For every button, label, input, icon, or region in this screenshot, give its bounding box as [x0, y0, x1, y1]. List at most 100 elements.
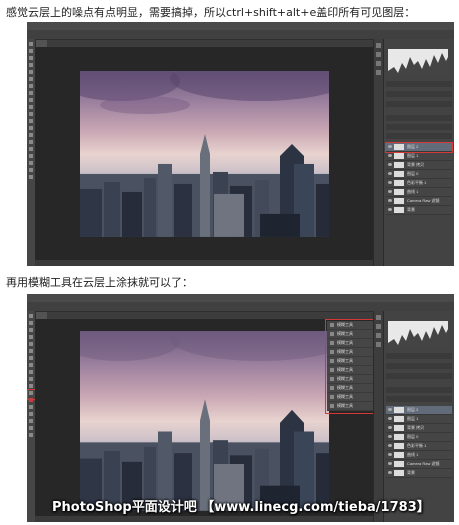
marquee-tool-icon[interactable] — [29, 321, 33, 325]
adjustments-row[interactable] — [386, 81, 452, 87]
stamp-tool-icon[interactable] — [29, 370, 33, 374]
layer-row[interactable]: 曲线 1 — [386, 451, 452, 460]
layer-row[interactable]: 背景 — [386, 206, 452, 215]
layer-row[interactable]: 色彩平衡 1 — [386, 442, 452, 451]
canvas-area[interactable] — [35, 47, 383, 260]
status-bar — [35, 260, 383, 266]
adjustments-icons-row-2[interactable] — [386, 101, 452, 107]
visibility-eye-icon[interactable] — [388, 199, 392, 202]
type-tool-icon[interactable] — [29, 419, 33, 423]
document-tab[interactable] — [35, 40, 47, 47]
blur-tool-icon[interactable] — [29, 126, 33, 130]
layers-tab-header[interactable] — [386, 387, 452, 393]
visibility-eye-icon[interactable] — [388, 435, 392, 438]
city-skyline-photo — [80, 331, 329, 511]
move-tool-icon[interactable] — [29, 42, 33, 46]
lock-fill-row[interactable] — [386, 133, 452, 139]
layers-tab-header[interactable] — [386, 115, 452, 121]
dodge-tool-icon[interactable] — [29, 133, 33, 137]
layer-row[interactable]: Camera Raw 滤镜 — [386, 197, 452, 206]
eyedropper-tool-icon[interactable] — [29, 349, 33, 353]
city-skyline-photo — [80, 71, 329, 237]
move-tool-icon[interactable] — [29, 314, 33, 318]
blend-mode-row[interactable] — [386, 124, 452, 130]
canvas-area[interactable]: 模糊工具 模糊工具 模糊工具 模糊工具 模糊工具 模糊工具 模糊工具 模糊工具 … — [35, 319, 383, 516]
layer-row[interactable]: 图层 0 — [386, 170, 452, 179]
healing-tool-icon[interactable] — [29, 356, 33, 360]
photoshop-screenshot-2: 模糊工具 模糊工具 模糊工具 模糊工具 模糊工具 模糊工具 模糊工具 模糊工具 … — [27, 294, 454, 522]
visibility-eye-icon[interactable] — [388, 154, 392, 157]
blend-mode-row[interactable] — [386, 396, 452, 402]
histogram — [388, 49, 448, 77]
healing-tool-icon[interactable] — [29, 84, 33, 88]
visibility-eye-icon[interactable] — [388, 444, 392, 447]
info-panel-icon[interactable] — [376, 61, 381, 66]
adjustments-icons-row[interactable] — [386, 91, 452, 97]
lasso-tool-icon[interactable] — [29, 328, 33, 332]
shape-tool-icon[interactable] — [29, 161, 33, 165]
visibility-eye-icon[interactable] — [388, 426, 392, 429]
crop-tool-icon[interactable] — [29, 70, 33, 74]
quick-select-tool-icon[interactable] — [29, 335, 33, 339]
adjustments-icons-row[interactable] — [386, 363, 452, 369]
history-brush-tool-icon[interactable] — [29, 377, 33, 381]
layer-thumbnail — [394, 171, 404, 177]
path-select-tool-icon[interactable] — [29, 426, 33, 430]
visibility-eye-icon[interactable] — [388, 471, 392, 474]
stamp-tool-icon[interactable] — [29, 98, 33, 102]
layer-row[interactable]: 图层 1 — [386, 152, 452, 161]
properties-panel-icon[interactable] — [376, 324, 381, 329]
layer-row[interactable]: 曲线 1 — [386, 188, 452, 197]
crop-tool-icon[interactable] — [29, 342, 33, 346]
adjustments-icons-row-2[interactable] — [386, 373, 452, 379]
layer-row[interactable]: 色彩平衡 1 — [386, 179, 452, 188]
layer-thumbnail — [394, 153, 404, 159]
hand-tool-icon[interactable] — [29, 168, 33, 172]
history-panel-icon[interactable] — [376, 43, 381, 48]
marquee-tool-icon[interactable] — [29, 49, 33, 53]
right-panels: 图层 2 图层 1 背景 拷贝 图层 0 色彩平衡 1 曲线 1 Camera … — [383, 311, 454, 522]
gradient-tool-icon[interactable] — [29, 119, 33, 123]
eraser-tool-icon[interactable] — [29, 384, 33, 388]
visibility-eye-icon[interactable] — [388, 190, 392, 193]
zoom-tool-icon[interactable] — [29, 175, 33, 179]
layer-row[interactable]: 图层 0 — [386, 433, 452, 442]
pen-tool-icon[interactable] — [29, 140, 33, 144]
info-panel-icon[interactable] — [376, 333, 381, 338]
visibility-eye-icon[interactable] — [388, 163, 392, 166]
eyedropper-tool-icon[interactable] — [29, 77, 33, 81]
paragraph-panel-icon[interactable] — [376, 342, 381, 347]
layer-row[interactable]: 背景 拷贝 — [386, 161, 452, 170]
shape-tool-icon[interactable] — [29, 433, 33, 437]
brush-tool-icon[interactable] — [29, 91, 33, 95]
brush-tool-icon[interactable] — [29, 363, 33, 367]
quick-select-tool-icon[interactable] — [29, 63, 33, 67]
dodge-tool-icon[interactable] — [29, 405, 33, 409]
layer-row[interactable]: 背景 拷贝 — [386, 424, 452, 433]
layer-row[interactable]: Camera Raw 滤镜 — [386, 460, 452, 469]
visibility-eye-icon[interactable] — [388, 462, 392, 465]
visibility-eye-icon[interactable] — [388, 408, 392, 411]
layer-row[interactable]: 背景 — [386, 469, 452, 478]
pen-tool-icon[interactable] — [29, 412, 33, 416]
caption-step-stamp-layers: 感觉云层上的噪点有点明显，需要搞掉，所以ctrl+shift+alt+e盖印所有… — [6, 6, 416, 19]
type-tool-icon[interactable] — [29, 147, 33, 151]
visibility-eye-icon[interactable] — [388, 208, 392, 211]
visibility-eye-icon[interactable] — [388, 417, 392, 420]
layer-row[interactable]: 图层 1 — [386, 415, 452, 424]
visibility-eye-icon[interactable] — [388, 172, 392, 175]
watermark-text: PhotoShop平面设计吧 【www.linecg.com/tieba/178… — [52, 500, 430, 515]
history-panel-icon[interactable] — [376, 315, 381, 320]
visibility-eye-icon[interactable] — [388, 453, 392, 456]
eraser-tool-icon[interactable] — [29, 112, 33, 116]
layer-thumbnail — [394, 198, 404, 204]
properties-panel-icon[interactable] — [376, 52, 381, 57]
paragraph-panel-icon[interactable] — [376, 70, 381, 75]
adjustments-row[interactable] — [386, 353, 452, 359]
layer-row[interactable]: 图层 2 — [386, 406, 452, 415]
history-brush-tool-icon[interactable] — [29, 105, 33, 109]
lasso-tool-icon[interactable] — [29, 56, 33, 60]
document-tab[interactable] — [35, 312, 47, 319]
visibility-eye-icon[interactable] — [388, 181, 392, 184]
path-select-tool-icon[interactable] — [29, 154, 33, 158]
